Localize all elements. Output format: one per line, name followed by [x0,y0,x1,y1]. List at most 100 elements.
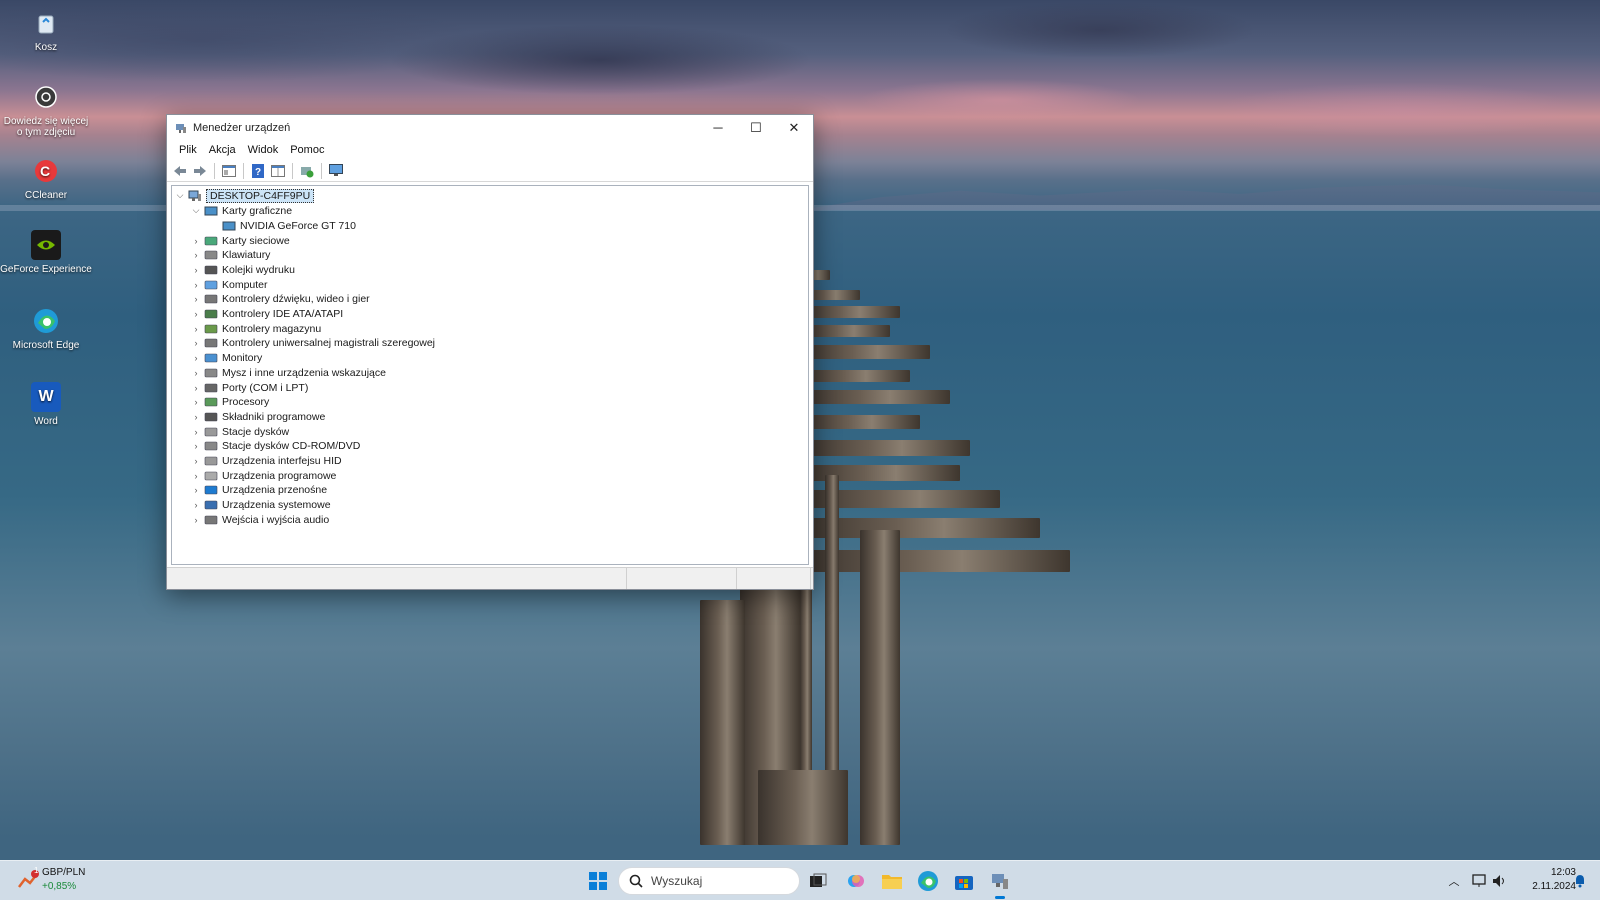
minimize-button[interactable]: ─ [699,115,737,140]
chevron-right-icon[interactable]: › [190,279,202,291]
help-button[interactable]: ? [249,162,267,180]
device-category-icon [204,236,218,245]
tree-category[interactable]: › Kolejki wydruku [190,262,295,277]
store-button[interactable] [950,867,978,895]
device-category-icon [204,368,218,378]
desktop-icon-ccleaner[interactable]: C CCleaner [0,156,92,201]
tree-category-display-adapters[interactable]: ⌵ Karty graficzne [190,203,292,218]
maximize-icon: ☐ [750,119,762,135]
chevron-right-icon[interactable]: › [190,308,202,320]
chevron-right-icon[interactable]: › [190,396,202,408]
chevron-right-icon[interactable]: › [190,382,202,394]
properties-pane-button[interactable] [220,162,238,180]
tree-category[interactable]: › Mysz i inne urządzenia wskazujące [190,365,387,380]
monitor-button[interactable] [327,162,345,180]
menu-view[interactable]: Widok [242,144,285,156]
device-manager-icon [176,123,186,133]
tree-category[interactable]: › Klawiatury [190,248,271,263]
chevron-right-icon[interactable]: › [190,455,202,467]
copilot-button[interactable] [842,867,870,895]
chevron-right-icon[interactable]: › [190,514,202,526]
bell-icon [1576,875,1584,888]
scan-hardware-button[interactable] [298,162,316,180]
svg-text:?: ? [255,167,261,178]
chevron-right-icon[interactable]: › [190,367,202,379]
tree-category[interactable]: › Stacje dysków [190,424,290,439]
start-button[interactable] [584,867,612,895]
toolbar-separator [214,162,215,179]
title-bar[interactable]: Menedżer urządzeń ─ ☐ ✕ [167,115,813,140]
chevron-right-icon[interactable]: › [190,411,202,423]
tree-category[interactable]: › Wejścia i wyjścia audio [190,512,330,527]
desktop-icon-learn-more[interactable]: Dowiedz się więcej o tym zdjęciu [0,82,92,138]
file-explorer-button[interactable] [878,867,906,895]
notifications-button[interactable] [1566,867,1594,895]
toolbar-separator [292,162,293,179]
device-manager-taskbar-button[interactable] [986,867,1014,899]
chevron-down-icon[interactable]: ⌵ [174,190,186,202]
tree-category[interactable]: › Kontrolery IDE ATA/ATAPI [190,307,344,322]
tree-category[interactable]: › Urządzenia interfejsu HID [190,454,342,469]
tree-category-label: Składniki programowe [222,410,326,423]
task-view-button[interactable] [804,867,832,895]
chevron-right-icon[interactable]: › [190,352,202,364]
forward-button[interactable] [191,162,209,180]
tree-category-label: Kolejki wydruku [222,263,295,276]
device-category-icon [204,324,218,333]
tree-category[interactable]: › Kontrolery magazynu [190,321,322,336]
tree-root[interactable]: ⌵ DESKTOP-C4FF9PU [174,188,315,203]
edge-taskbar-button[interactable] [914,867,942,895]
tree-device-gpu[interactable]: NVIDIA GeForce GT 710 [220,218,356,233]
tree-category[interactable]: › Urządzenia przenośne [190,483,328,498]
tree-category[interactable]: › Procesory [190,395,270,410]
tree-category-label: Urządzenia systemowe [222,499,331,512]
device-tree[interactable]: ⌵ DESKTOP-C4FF9PU ⌵ Karty graficzne NVID… [171,185,809,565]
tree-category[interactable]: › Karty sieciowe [190,233,290,248]
tree-category[interactable]: › Komputer [190,277,268,292]
tree-category[interactable]: › Porty (COM i LPT) [190,380,309,395]
arrow-right-icon [194,165,206,176]
tree-category[interactable]: › Kontrolery dźwięku, wideo i gier [190,292,370,307]
tree-category[interactable]: › Monitory [190,351,263,366]
display-adapter-icon [222,221,236,230]
desktop-icon-geforce[interactable]: GeForce Experience [0,230,92,275]
chevron-up-icon: ︿ [1448,876,1460,888]
desktop-icon-edge[interactable]: Microsoft Edge [0,306,92,351]
chevron-down-icon[interactable]: ⌵ [190,205,202,217]
chevron-right-icon[interactable]: › [190,249,202,261]
chevron-right-icon[interactable]: › [190,499,202,511]
chevron-right-icon[interactable]: › [190,293,202,305]
device-manager-window[interactable]: Menedżer urządzeń ─ ☐ ✕ Plik Akcja Widok… [166,114,814,590]
device-category-icon [204,427,218,436]
show-hidden-icons-button[interactable]: ︿ [1440,867,1468,895]
view-button[interactable] [269,162,287,180]
currency-widget[interactable]: 1 GBP/PLN +0,85% [14,865,104,897]
menu-file[interactable]: Plik [173,144,203,156]
taskbar-search[interactable]: Wyszukaj [618,867,800,895]
device-category-icon [204,471,218,480]
tree-category[interactable]: › Stacje dysków CD-ROM/DVD [190,439,361,454]
chevron-right-icon[interactable]: › [190,470,202,482]
close-button[interactable]: ✕ [775,115,813,140]
chevron-right-icon[interactable]: › [190,440,202,452]
chevron-right-icon[interactable]: › [190,323,202,335]
chevron-right-icon[interactable]: › [190,426,202,438]
desktop-icon-recycle-bin[interactable]: Kosz [0,8,92,53]
chevron-right-icon[interactable]: › [190,264,202,276]
menu-help[interactable]: Pomoc [284,144,330,156]
menu-action[interactable]: Akcja [203,144,242,156]
desktop-icon-word[interactable]: W Word [0,382,92,427]
tree-category[interactable]: › Składniki programowe [190,409,326,424]
volume-button[interactable] [1486,867,1514,895]
tree-category-label: Kontrolery dźwięku, wideo i gier [222,293,370,306]
windows-logo-icon [589,872,607,890]
tree-category[interactable]: › Urządzenia systemowe [190,498,331,513]
chevron-right-icon[interactable]: › [190,337,202,349]
back-button[interactable] [171,162,189,180]
minimize-icon: ─ [713,120,723,135]
chevron-right-icon[interactable]: › [190,235,202,247]
chevron-right-icon[interactable]: › [190,484,202,496]
tree-category[interactable]: › Kontrolery uniwersalnej magistrali szer… [190,336,436,351]
tree-category[interactable]: › Urządzenia programowe [190,468,337,483]
maximize-button[interactable]: ☐ [737,115,775,140]
